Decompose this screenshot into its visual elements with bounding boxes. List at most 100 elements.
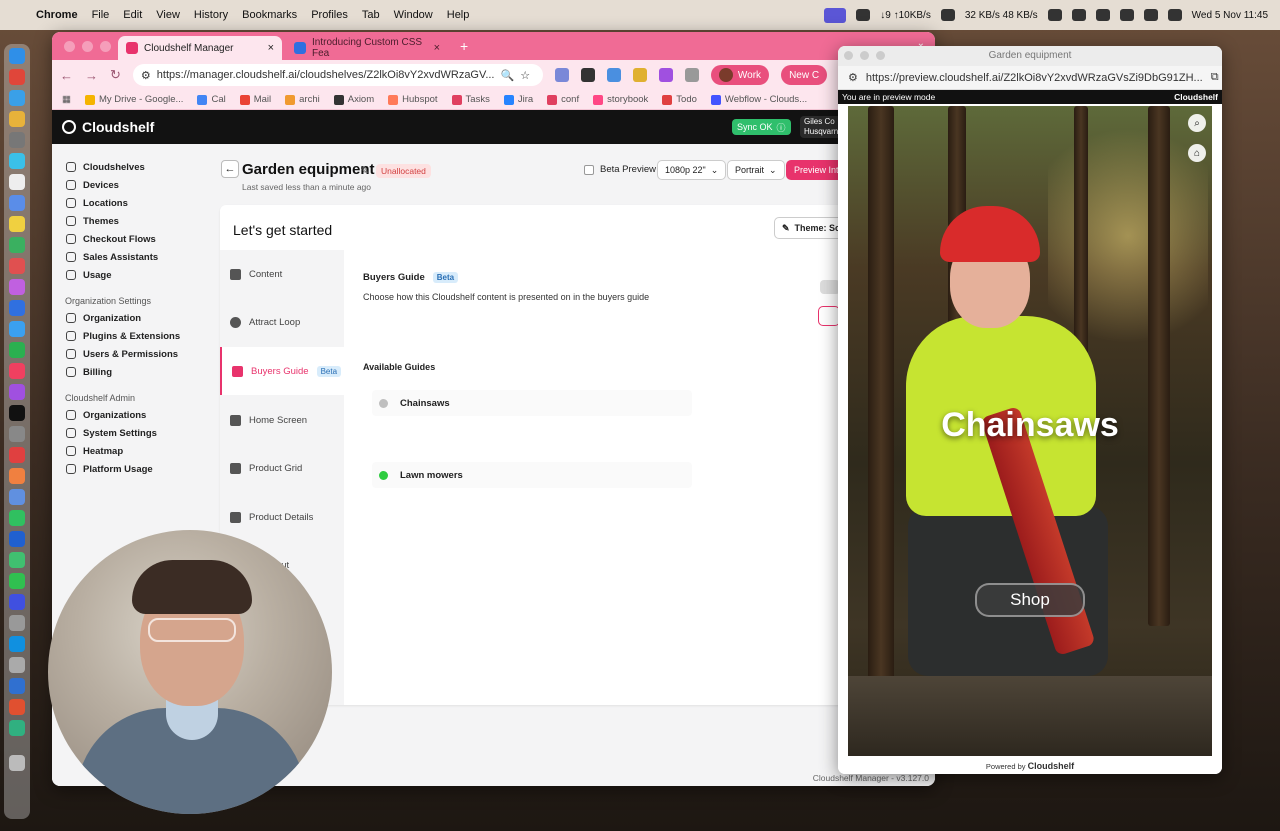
step-product-details[interactable]: Product Details (220, 493, 344, 541)
app-icon[interactable] (9, 615, 25, 631)
menu-tab[interactable]: Tab (362, 9, 380, 21)
music-icon[interactable] (9, 363, 25, 379)
menu-help[interactable]: Help (447, 9, 470, 21)
sidebar-item-plugins[interactable]: Plugins & Extensions (52, 327, 212, 345)
sidebar-item-devices[interactable]: Devices (52, 176, 212, 194)
step-attract-loop[interactable]: Attract Loop (220, 298, 344, 346)
guide-row-chainsaws[interactable]: Chainsaws (372, 390, 692, 416)
menu-clock[interactable]: Wed 5 Nov 11:45 (1192, 10, 1268, 21)
site-info-icon[interactable]: ⚙ (848, 71, 858, 84)
finder-icon[interactable] (9, 48, 25, 64)
tab-custom-css[interactable]: Introducing Custom CSS Fea × (286, 36, 448, 60)
notes-app-icon[interactable] (9, 216, 25, 232)
app-icon[interactable] (9, 279, 25, 295)
app-icon[interactable] (9, 237, 25, 253)
close-window-button[interactable] (844, 51, 853, 60)
menu-history[interactable]: History (194, 9, 228, 21)
app-icon[interactable] (9, 594, 25, 610)
bookmark-item[interactable]: Webflow - Clouds... (710, 94, 807, 105)
profile-button[interactable]: Work (710, 65, 770, 85)
step-product-grid[interactable]: Product Grid (220, 444, 344, 492)
bookmark-item[interactable]: My Drive - Google... (84, 94, 183, 105)
trash-icon[interactable] (9, 755, 25, 771)
close-window-button[interactable] (64, 41, 75, 52)
preview-url[interactable]: https://preview.cloudshelf.ai/Z2lkOi8vY2… (866, 72, 1203, 84)
app-icon[interactable] (9, 426, 25, 442)
new-chrome-button[interactable]: New C (781, 65, 828, 85)
forward-arrow-icon[interactable]: → (85, 68, 98, 83)
info-icon[interactable]: ⓘ (777, 121, 786, 134)
option-toggle[interactable] (820, 280, 840, 294)
app-icon[interactable] (9, 657, 25, 673)
site-info-icon[interactable]: ⚙ (141, 69, 151, 82)
app-icon[interactable] (9, 447, 25, 463)
battery-icon[interactable] (1095, 9, 1110, 21)
step-content[interactable]: Content (220, 250, 344, 298)
bookmark-item[interactable]: storybook (593, 94, 648, 105)
back-button[interactable]: ← (221, 160, 239, 178)
bookmark-item[interactable]: Mail (239, 94, 271, 105)
app-icon[interactable] (9, 468, 25, 484)
search-icon[interactable]: ⌕ (1188, 114, 1206, 132)
control-center-icon[interactable] (1167, 9, 1182, 21)
minimize-window-button[interactable] (82, 41, 93, 52)
app-icon[interactable] (9, 489, 25, 505)
bookmark-item[interactable]: Axiom (333, 94, 374, 105)
bookmark-star-icon[interactable]: ☆ (520, 69, 530, 82)
user-menu[interactable]: Giles Co Husqvarn (800, 116, 843, 138)
podcasts-icon[interactable] (9, 384, 25, 400)
menu-file[interactable]: File (92, 9, 110, 21)
minimize-window-button[interactable] (860, 51, 869, 60)
beta-preview-toggle[interactable]: Beta Preview (584, 164, 656, 175)
play-icon[interactable] (1047, 9, 1062, 21)
sidebar-item-cloudshelves[interactable]: Cloudshelves (52, 158, 212, 176)
sidebar-item-sales-assistants[interactable]: Sales Assistants (52, 248, 212, 266)
bookmark-item[interactable]: Todo (662, 94, 697, 105)
bookmark-item[interactable]: Jira (503, 94, 533, 105)
orientation-select[interactable]: Portrait ⌄ (727, 160, 785, 180)
app-store-icon[interactable] (9, 321, 25, 337)
app-icon[interactable] (9, 300, 25, 316)
address-url[interactable]: https://manager.cloudshelf.ai/cloudshelv… (157, 69, 495, 81)
home-icon[interactable]: ⌂ (1188, 144, 1206, 162)
step-buyers-guide[interactable]: Buyers Guide Beta (220, 347, 344, 395)
apps-grid-icon[interactable]: ▦ (62, 94, 71, 105)
bookmark-item[interactable]: Cal (197, 94, 226, 105)
chrome-icon[interactable] (9, 111, 25, 127)
new-tab-button[interactable]: + (460, 38, 468, 54)
safari-icon[interactable] (9, 90, 25, 106)
app-icon[interactable] (9, 195, 25, 211)
sidebar-item-organizations[interactable]: Organizations (52, 406, 212, 424)
close-tab-icon[interactable]: × (268, 42, 274, 54)
bookmark-item[interactable]: Hubspot (388, 94, 438, 105)
sidebar-item-usage[interactable]: Usage (52, 266, 212, 284)
app-icon[interactable] (9, 510, 25, 526)
app-icon[interactable] (9, 552, 25, 568)
extension-icon[interactable] (658, 68, 673, 82)
app-icon[interactable] (9, 720, 25, 736)
shop-button[interactable]: Shop (975, 583, 1085, 617)
sidebar-item-heatmap[interactable]: Heatmap (52, 442, 212, 460)
reload-icon[interactable]: ↻ (110, 67, 121, 83)
edit-title-icon[interactable]: ✎ (360, 164, 369, 177)
sidebar-item-billing[interactable]: Billing (52, 363, 212, 381)
calendar-icon[interactable] (9, 69, 25, 85)
whatsapp-icon[interactable] (9, 573, 25, 589)
bluetooth-icon[interactable] (1071, 9, 1086, 21)
app-icon[interactable] (9, 678, 25, 694)
preview-address-bar[interactable]: ⚙ https://preview.cloudshelf.ai/Z2lkOi8v… (838, 66, 1222, 90)
sidebar-item-platform-usage[interactable]: Platform Usage (52, 460, 212, 478)
zoom-window-button[interactable] (876, 51, 885, 60)
menu-window[interactable]: Window (394, 9, 433, 21)
close-tab-icon[interactable]: × (434, 42, 440, 54)
back-arrow-icon[interactable]: ← (60, 68, 73, 83)
app-icon[interactable] (9, 258, 25, 274)
bookmark-item[interactable]: archi (285, 94, 320, 105)
notes-icon[interactable] (856, 9, 871, 21)
preview-stage[interactable]: Chainsaws Shop ⌕ ⌂ (848, 106, 1212, 756)
resolution-select[interactable]: 1080p 22" ⌄ (657, 160, 727, 180)
bookmark-item[interactable]: conf (547, 94, 579, 105)
sidebar-item-users[interactable]: Users & Permissions (52, 345, 212, 363)
menu-profiles[interactable]: Profiles (311, 9, 348, 21)
search-icon[interactable] (1143, 9, 1158, 21)
